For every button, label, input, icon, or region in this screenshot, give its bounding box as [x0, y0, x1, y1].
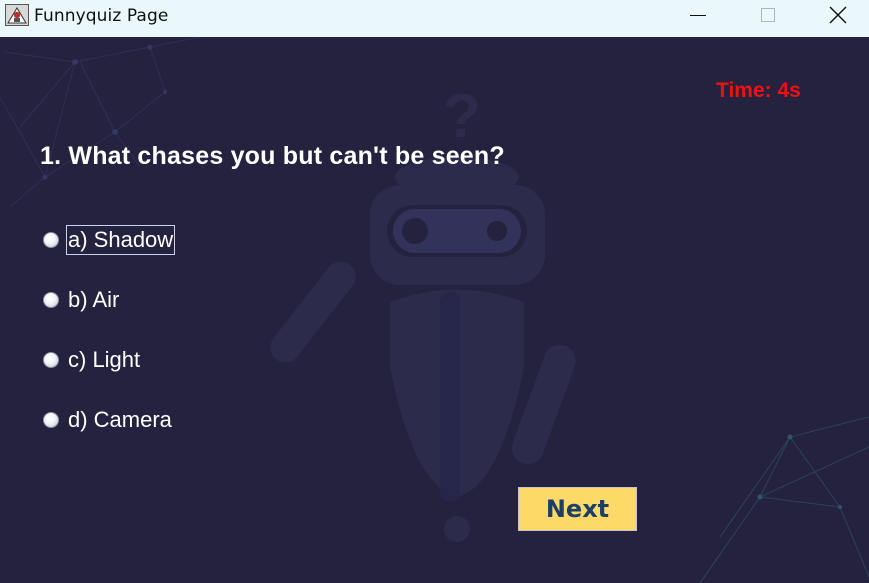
radio-button[interactable]: [43, 412, 59, 428]
option-label[interactable]: a) Shadow: [65, 225, 176, 255]
option-d[interactable]: d) Camera: [43, 405, 173, 435]
window-title: Funnyquiz Page: [34, 6, 169, 26]
background-robot-illustration: ?: [0, 37, 869, 583]
next-button[interactable]: Next: [518, 487, 637, 531]
option-b[interactable]: b) Air: [43, 285, 120, 315]
option-label[interactable]: b) Air: [67, 286, 120, 314]
radio-button[interactable]: [43, 232, 59, 248]
option-label[interactable]: d) Camera: [67, 406, 173, 434]
quiz-window: Funnyquiz Page ? Time: 4s 1. What chases…: [0, 0, 869, 583]
java-app-icon: [5, 4, 29, 26]
title-bar[interactable]: Funnyquiz Page: [0, 0, 869, 37]
maximize-icon[interactable]: [740, 0, 796, 32]
svg-text:?: ?: [443, 82, 481, 151]
option-label[interactable]: c) Light: [67, 346, 141, 374]
option-c[interactable]: c) Light: [43, 345, 141, 375]
minimize-icon[interactable]: [670, 0, 726, 32]
timer-label: Time: 4s: [716, 79, 801, 102]
question-text: 1. What chases you but can't be seen?: [40, 142, 505, 170]
quiz-panel: ? Time: 4s 1. What chases you but can't …: [0, 37, 869, 583]
radio-button[interactable]: [43, 292, 59, 308]
option-a[interactable]: a) Shadow: [43, 225, 176, 255]
radio-button[interactable]: [43, 352, 59, 368]
close-icon[interactable]: [810, 0, 866, 32]
